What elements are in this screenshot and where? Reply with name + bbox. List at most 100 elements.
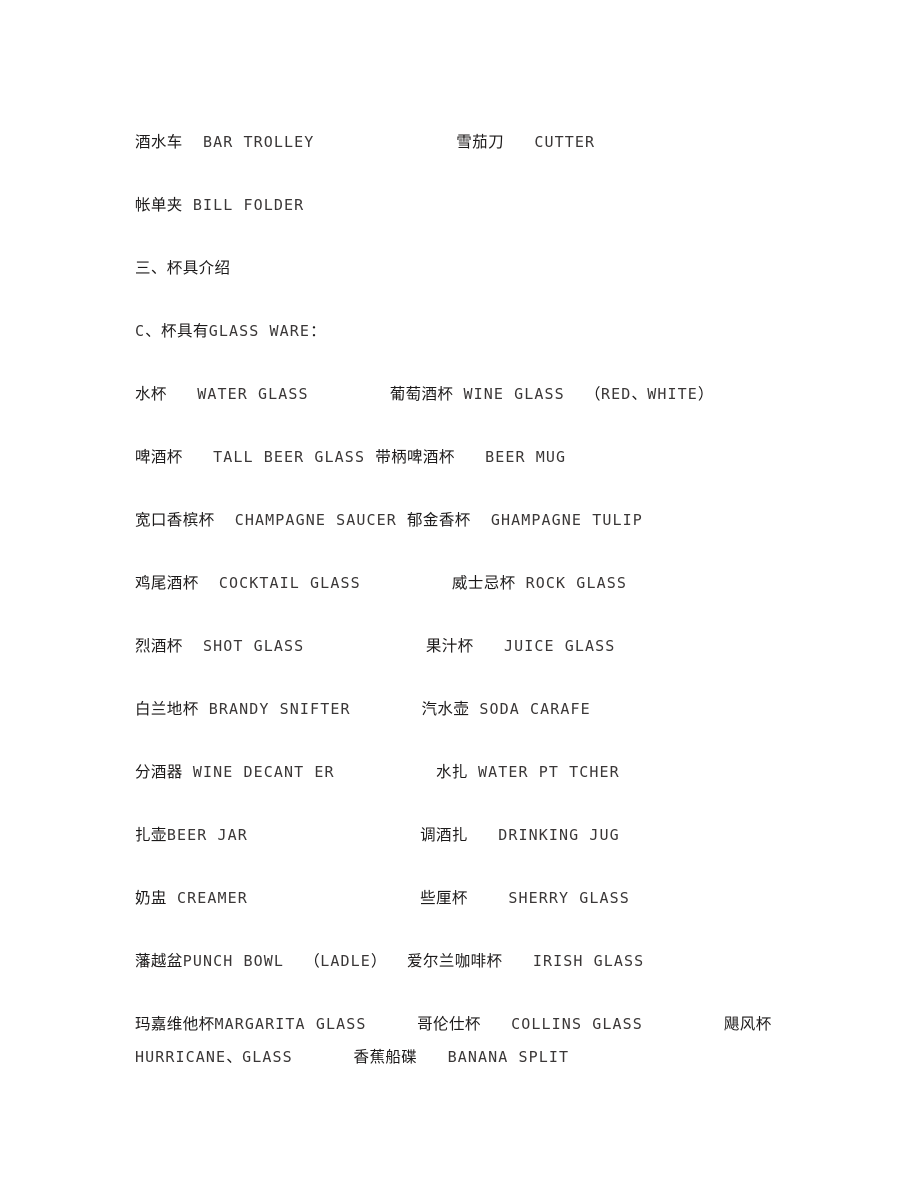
text-gap <box>351 700 422 718</box>
text-gap <box>469 700 479 718</box>
chinese-term: 玛嘉维他杯 <box>135 1015 215 1033</box>
english-term: WINE GLASS <box>463 385 565 403</box>
english-term: JUICE GLASS <box>503 637 616 655</box>
english-term: WATER PT TCHER <box>477 763 620 781</box>
line-champagne-saucer-tulip: 宽口香槟杯 CHAMPAGNE SAUCER 郁金香杯 GHAMPAGNE TU… <box>135 506 835 569</box>
text-gap <box>453 385 463 403</box>
chinese-term: 、杯具有 <box>145 322 209 340</box>
english-term: LADLE <box>320 952 371 970</box>
english-term: GHAMPAGNE TULIP <box>490 511 643 529</box>
text-gap <box>309 385 390 403</box>
chinese-term: ） <box>697 385 714 403</box>
chinese-term: 白兰地杯 <box>135 700 199 718</box>
chinese-term: 三、杯具介绍 <box>135 259 231 277</box>
english-term: ROCK GLASS <box>525 574 627 592</box>
text-gap <box>387 952 407 970</box>
english-term: CREAMER <box>176 889 248 907</box>
chinese-term: 藩越盆 <box>135 952 183 970</box>
chinese-term: 香蕉船碟 <box>353 1048 418 1066</box>
english-term: SHERRY GLASS <box>508 889 630 907</box>
english-term: CHAMPAGNE SAUCER <box>234 511 397 529</box>
chinese-term: ： <box>310 322 326 340</box>
english-term: BILL FOLDER <box>192 196 305 214</box>
chinese-term: 水杯 <box>135 385 167 403</box>
text-gap <box>471 511 491 529</box>
line-section-heading: 三、杯具介绍 <box>135 254 835 317</box>
english-term: RED <box>600 385 632 403</box>
text-gap <box>455 448 485 466</box>
chinese-term: （ <box>585 385 601 403</box>
chinese-term: 汽水壶 <box>421 700 470 718</box>
english-term: DRINKING JUG <box>498 826 620 844</box>
english-term: MARGARITA GLASS <box>214 1015 367 1033</box>
english-term: GLASS <box>242 1048 293 1066</box>
text-gap <box>468 889 509 907</box>
chinese-term: 葡萄酒杯 <box>389 385 454 403</box>
line-beer-jar-drinking-jug: 扎壶BEER JAR 调酒扎 DRINKING JUG <box>135 821 835 884</box>
chinese-term: 爱尔兰咖啡杯 <box>407 952 503 970</box>
chinese-term: 飓风杯 <box>723 1015 772 1033</box>
chinese-term: 奶盅 <box>135 889 167 907</box>
chinese-term: 果汁杯 <box>425 637 474 655</box>
line-bar-trolley: 酒水车 BAR TROLLEY 雪茄刀 CUTTER <box>135 128 835 191</box>
chinese-term: 啤酒杯 <box>135 448 183 466</box>
english-term: COLLINS GLASS <box>511 1015 643 1033</box>
line-margarita-collins-hurricane-continuation: HURRICANE、GLASS 香蕉船碟 BANANA SPLIT <box>135 1043 835 1072</box>
text-gap <box>248 889 420 907</box>
line-margarita-collins-hurricane: 玛嘉维他杯MARGARITA GLASS 哥伦仕杯 COLLINS GLASS … <box>135 1010 835 1105</box>
english-term: WATER GLASS <box>197 385 309 403</box>
chinese-term: 些厘杯 <box>420 889 468 907</box>
english-term: IRISH GLASS <box>532 952 645 970</box>
text-gap <box>183 196 193 214</box>
text-gap <box>167 889 177 907</box>
english-term: SODA CARAFE <box>479 700 591 718</box>
text-gap <box>248 826 420 844</box>
document-page: 酒水车 BAR TROLLEY 雪茄刀 CUTTER 帐单夹 BILL FOLDE… <box>0 0 920 1191</box>
text-gap <box>502 952 532 970</box>
text-gap <box>183 763 193 781</box>
document-body: 酒水车 BAR TROLLEY 雪茄刀 CUTTER 帐单夹 BILL FOLDE… <box>135 128 835 1105</box>
english-term: TALL BEER GLASS <box>213 448 366 466</box>
line-beer-glass-mug: 啤酒杯 TALL BEER GLASS 带柄啤酒杯 BEER MUG <box>135 443 835 506</box>
english-term: WINE DECANT ER <box>192 763 335 781</box>
english-term: PUNCH BOWL <box>182 952 285 970</box>
text-gap <box>284 952 304 970</box>
chinese-term: 酒水车 <box>135 133 183 151</box>
line-bill-folder: 帐单夹 BILL FOLDER <box>135 191 835 254</box>
english-term: SHOT GLASS <box>202 637 305 655</box>
chinese-term: 水扎 <box>436 763 468 781</box>
line-shot-juice-glass: 烈酒杯 SHOT GLASS 果汁杯 JUICE GLASS <box>135 632 835 695</box>
text-gap <box>361 574 452 592</box>
english-term: BANANA SPLIT <box>447 1048 570 1066</box>
text-gap <box>365 448 375 466</box>
text-gap <box>504 133 534 151</box>
english-term: COCKTAIL GLASS <box>218 574 361 592</box>
text-gap <box>167 385 197 403</box>
english-term: CUTTER <box>534 133 596 151</box>
text-gap <box>643 1015 724 1033</box>
english-term: BEER JAR <box>166 826 248 844</box>
chinese-term: 扎壶 <box>135 826 167 844</box>
line-brandy-soda-carafe: 白兰地杯 BRANDY SNIFTER 汽水壶 SODA CARAFE <box>135 695 835 758</box>
line-creamer-sherry-glass: 奶盅 CREAMER 些厘杯 SHERRY GLASS <box>135 884 835 947</box>
english-term: WHITE <box>647 385 698 403</box>
text-gap <box>183 637 203 655</box>
chinese-term: 哥伦仕杯 <box>417 1015 481 1033</box>
chinese-term: 雪茄刀 <box>456 133 504 151</box>
text-gap <box>314 133 456 151</box>
line-subheading-glassware: C、杯具有GLASS WARE： <box>135 317 835 380</box>
chinese-term: 调酒扎 <box>420 826 468 844</box>
chinese-term: ） <box>370 952 387 970</box>
text-gap <box>468 763 478 781</box>
text-gap <box>565 385 585 403</box>
text-gap <box>304 637 426 655</box>
chinese-term: 烈酒杯 <box>135 637 183 655</box>
english-term: HURRICANE <box>135 1048 227 1066</box>
line-cocktail-rock-glass: 鸡尾酒杯 COCKTAIL GLASS 威士忌杯 ROCK GLASS <box>135 569 835 632</box>
chinese-term: 宽口香槟杯 <box>135 511 215 529</box>
english-term: BEER MUG <box>485 448 567 466</box>
line-punch-bowl-irish-glass: 藩越盆PUNCH BOWL （LADLE） 爱尔兰咖啡杯 IRISH GLASS <box>135 947 835 1010</box>
chinese-term: 帐单夹 <box>135 196 183 214</box>
text-gap <box>335 763 436 781</box>
english-term: C <box>135 322 146 340</box>
